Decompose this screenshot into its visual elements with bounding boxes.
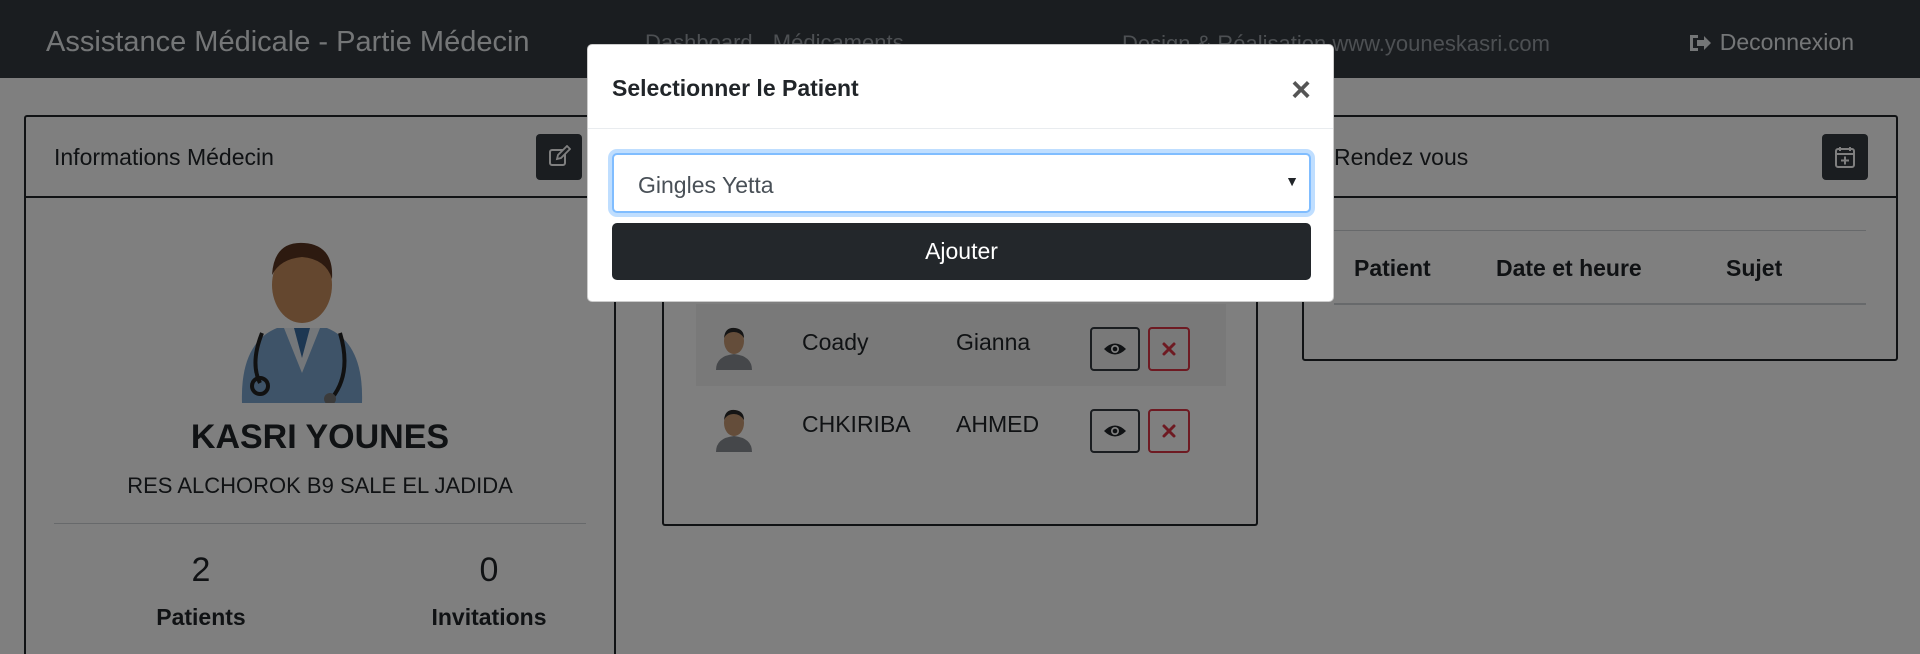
modal-header: Selectionner le Patient × [588,45,1333,129]
modal-title: Selectionner le Patient [612,75,859,101]
add-patient-button[interactable]: Ajouter [612,223,1311,280]
patient-select[interactable]: Gingles Yetta ▼ [612,153,1311,213]
chevron-down-icon: ▼ [1285,173,1299,189]
select-patient-modal: Selectionner le Patient × Gingles Yetta … [587,44,1334,302]
patient-select-value: Gingles Yetta [638,172,774,198]
modal-close-button[interactable]: × [1291,73,1311,107]
